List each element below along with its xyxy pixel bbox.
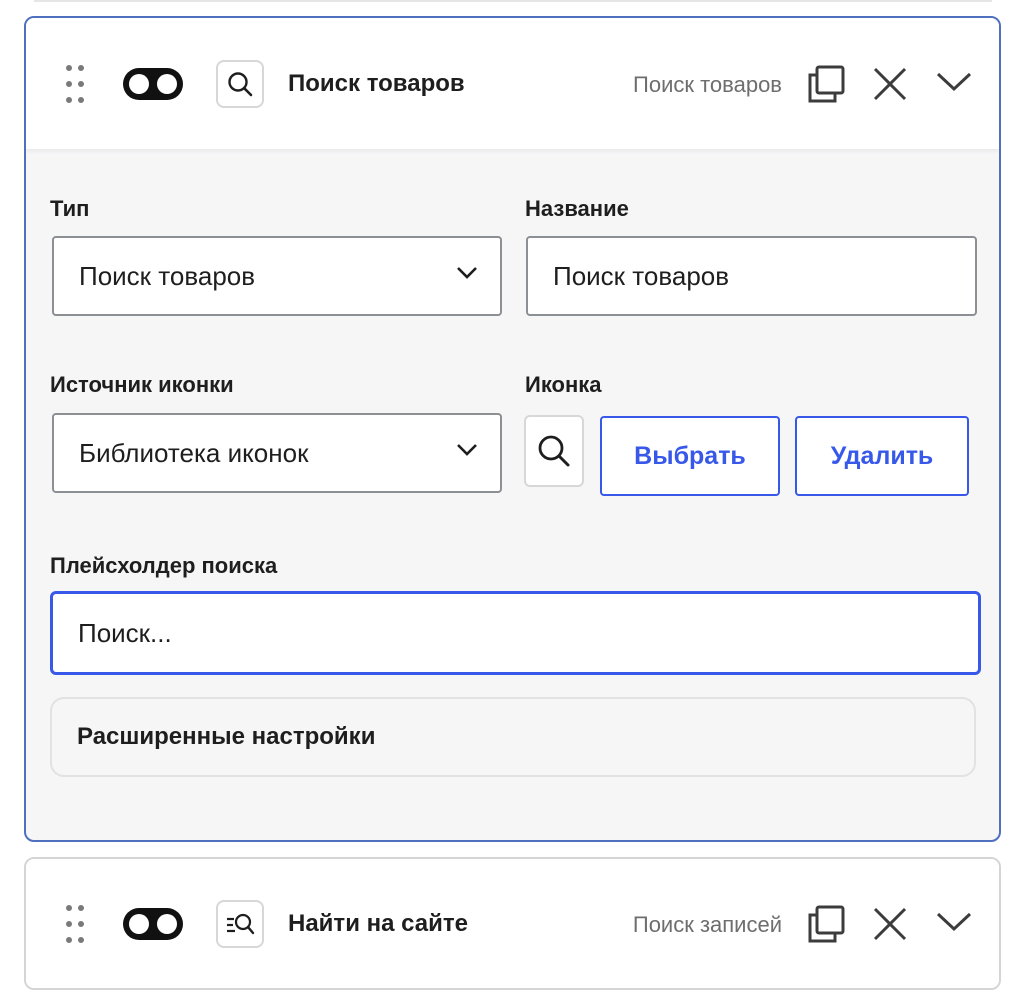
duplicate-button[interactable] (804, 902, 848, 946)
name-label: Название (525, 196, 629, 221)
item-type-label: Поиск товаров (633, 72, 782, 97)
duplicate-button[interactable] (804, 62, 848, 106)
search-icon (228, 72, 253, 97)
item-title: Найти на сайте (288, 910, 468, 937)
delete-icon-button[interactable]: Удалить (795, 416, 969, 496)
chevron-down-icon (457, 444, 477, 456)
item-header[interactable]: Поиск товаров Поиск товаров (26, 18, 999, 149)
choose-icon-button[interactable]: Выбрать (600, 416, 780, 496)
advanced-settings-toggle[interactable]: Расширенные настройки (50, 697, 976, 777)
expand-button[interactable] (932, 900, 976, 944)
icon-preview (524, 415, 584, 487)
top-divider (34, 0, 992, 2)
placeholder-input[interactable] (50, 591, 981, 675)
search-icon (538, 435, 570, 467)
enable-toggle[interactable] (123, 908, 183, 940)
drag-handle-icon[interactable] (62, 65, 88, 103)
icon-label: Иконка (525, 372, 602, 397)
type-select[interactable]: Поиск товаров (52, 236, 502, 316)
menu-item-card-collapsed: Найти на сайте Поиск записей (24, 857, 1001, 990)
duplicate-icon (808, 905, 845, 943)
drag-handle-icon[interactable] (62, 905, 88, 943)
remove-button[interactable] (868, 902, 912, 946)
item-type-label: Поиск записей (632, 912, 782, 937)
chevron-down-icon (457, 267, 477, 279)
item-header[interactable]: Найти на сайте Поиск записей (26, 859, 999, 988)
icon-source-select[interactable]: Библиотека иконок (52, 413, 502, 493)
item-icon-box (216, 900, 264, 948)
close-icon (873, 907, 907, 941)
close-icon (873, 67, 907, 101)
placeholder-label: Плейсхолдер поиска (50, 553, 278, 578)
item-icon-box (216, 60, 264, 108)
chevron-down-icon (936, 72, 972, 92)
icon-source-label: Источник иконки (50, 372, 234, 397)
remove-button[interactable] (868, 62, 912, 106)
collapse-button[interactable] (932, 60, 976, 104)
list-search-icon (227, 913, 255, 935)
menu-item-card-expanded: Поиск товаров Поиск товаров Тип Поиск то… (24, 16, 1001, 842)
enable-toggle[interactable] (123, 68, 183, 100)
chevron-down-icon (936, 912, 972, 932)
type-select-value: Поиск товаров (79, 260, 256, 291)
icon-source-value: Библиотека иконок (79, 437, 309, 468)
type-label: Тип (50, 196, 90, 221)
name-input[interactable] (526, 236, 977, 316)
item-title: Поиск товаров (288, 70, 465, 97)
duplicate-icon (808, 65, 845, 103)
